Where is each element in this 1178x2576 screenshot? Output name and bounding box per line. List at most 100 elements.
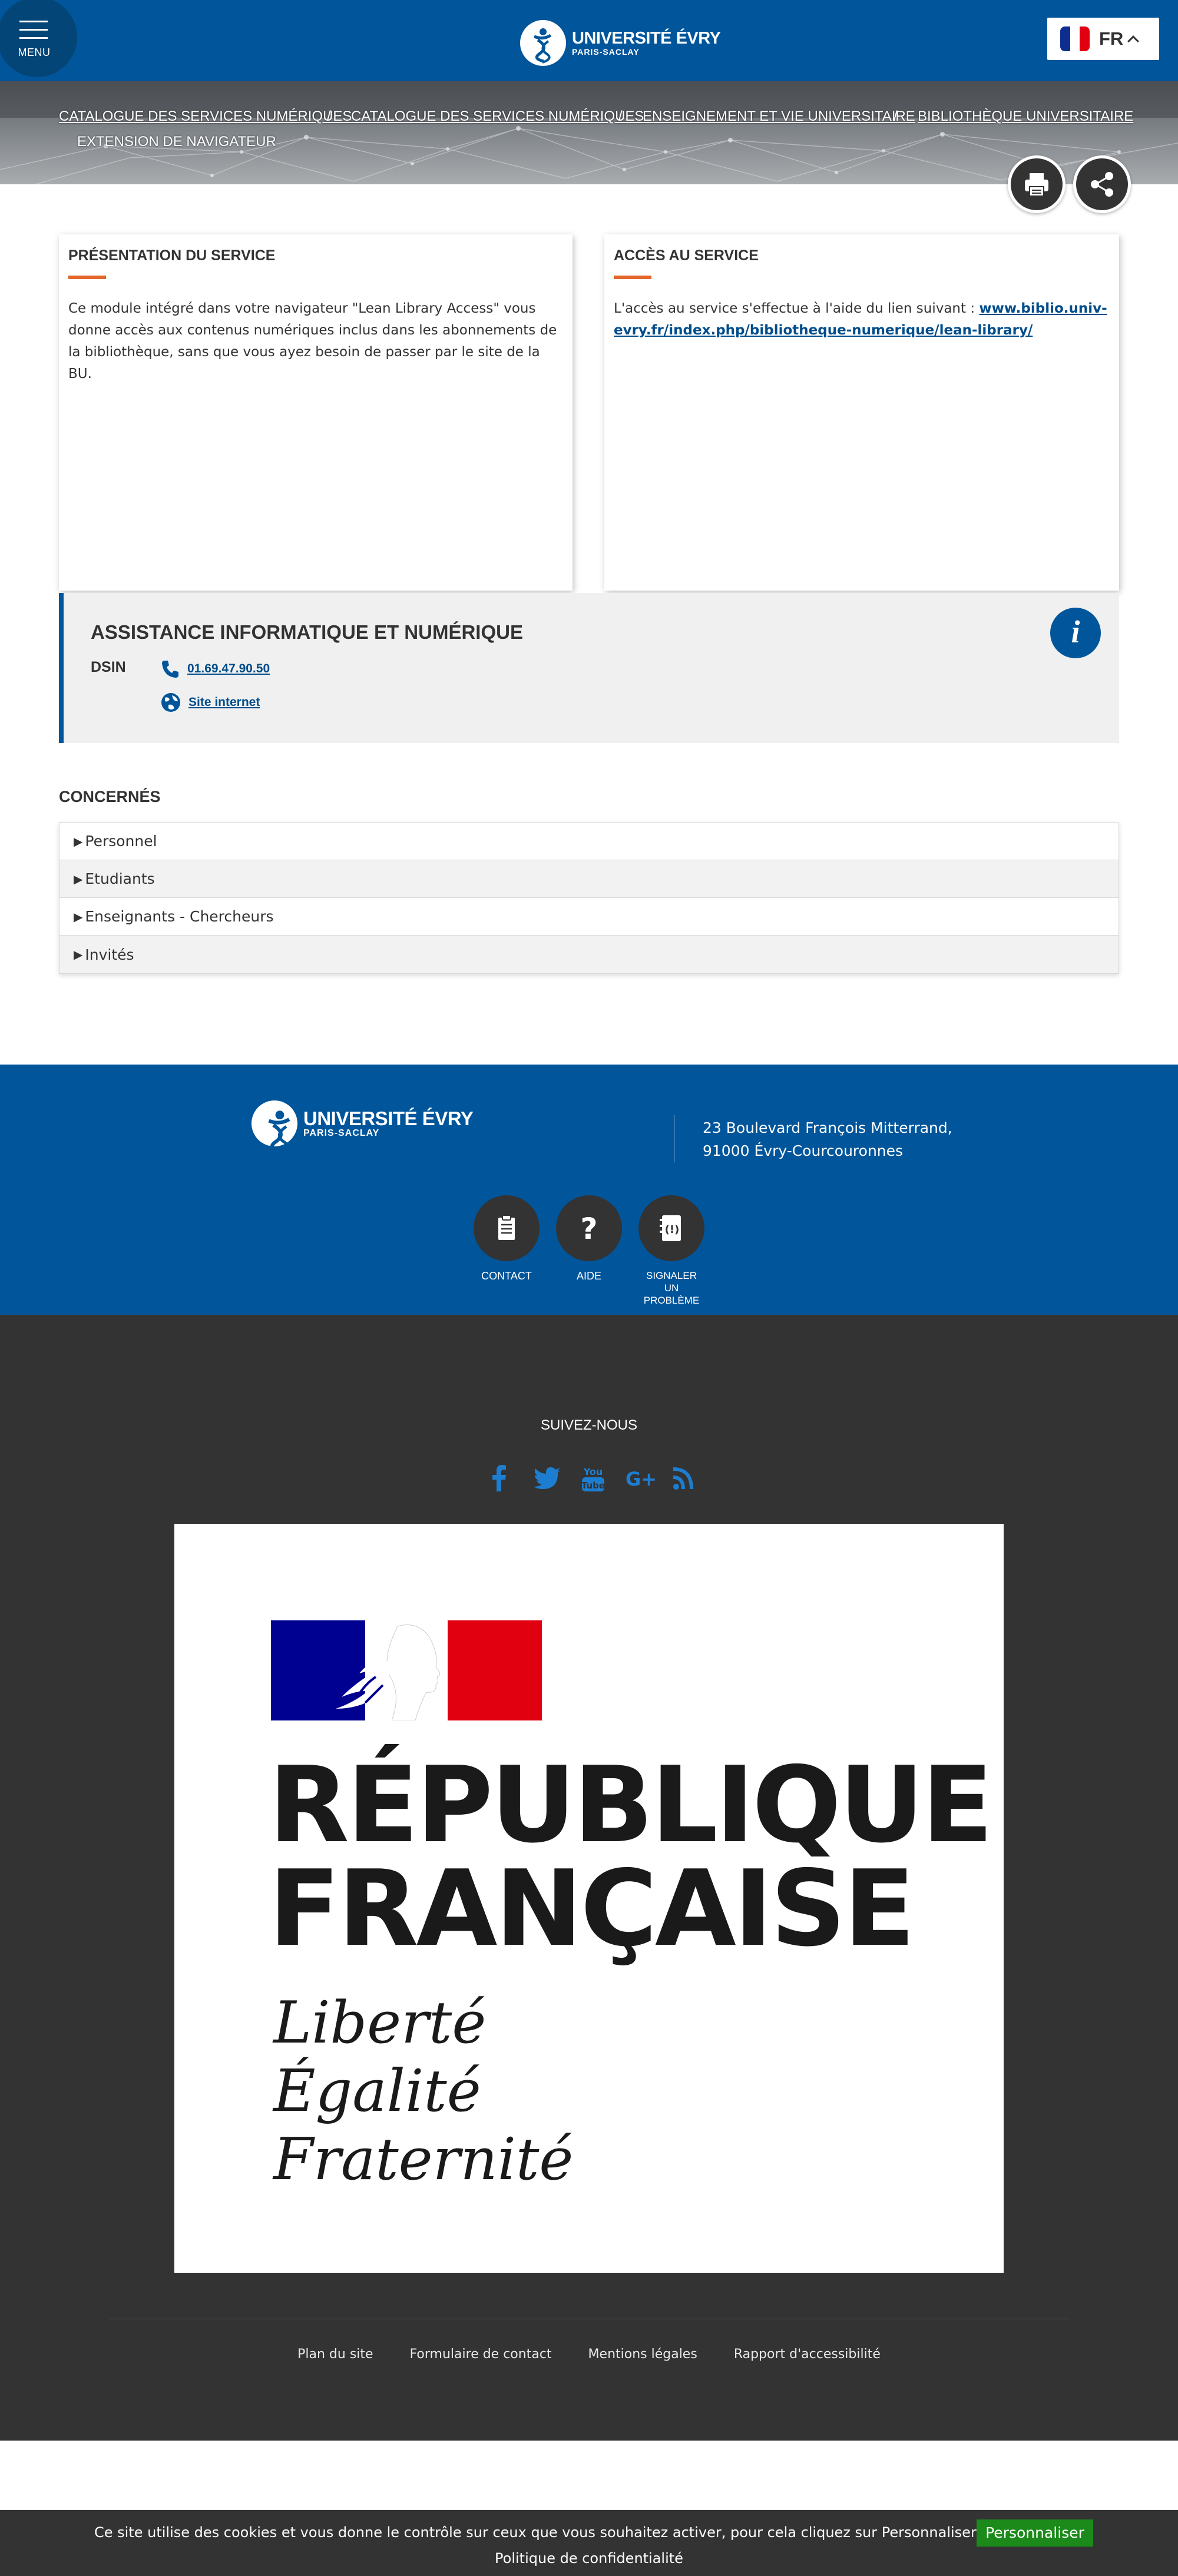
address-line-1: 23 Boulevard François Mitterrand, <box>703 1119 952 1136</box>
personalize-cookies-button[interactable]: Personnaliser <box>977 2519 1093 2547</box>
republique-wordmark: RÉPUBLIQUE FRANÇAISE <box>269 1753 993 1970</box>
facebook-link[interactable] <box>481 1461 527 1496</box>
accordion-item-label: Enseignants - Chercheurs <box>85 908 274 925</box>
facebook-icon <box>492 1465 506 1491</box>
accordion-item-label: Personnel <box>85 833 157 850</box>
twitter-icon <box>534 1467 560 1489</box>
follow-us-label: SUIVEZ-NOUS <box>540 1417 637 1433</box>
rss-icon <box>673 1467 693 1490</box>
motto-egalite: Égalité <box>273 2058 481 2125</box>
share-button[interactable] <box>1073 155 1131 213</box>
chevron-up-icon <box>1127 35 1140 47</box>
republique-francaise-logo: RÉPUBLIQUE FRANÇAISE Liberté Égalité Fra… <box>174 1524 1004 2273</box>
svg-text:You: You <box>583 1466 603 1477</box>
marianne-flag-icon <box>271 1620 542 1720</box>
privacy-policy-link[interactable]: Politique de confidentialité <box>0 2550 1178 2567</box>
contact-form-link[interactable]: Formulaire de contact <box>410 2347 552 2362</box>
globe-icon <box>161 693 180 712</box>
breadcrumb-item-4[interactable]: BIBLIOTHÈQUE UNIVERSITAIRE <box>918 108 1133 125</box>
breadcrumb-item-2[interactable]: CATALOGUE DES SERVICES NUMÉRIQUES <box>351 108 644 125</box>
phone-link[interactable]: 01.69.47.90.50 <box>187 662 270 676</box>
report-device-icon: (!) <box>660 1215 681 1241</box>
report-problem-button[interactable]: (!) SIGNALER UN PROBLÈME <box>638 1195 704 1307</box>
triangle-right-icon: ▶ <box>74 871 83 886</box>
triangle-right-icon: ▶ <box>74 834 83 848</box>
presentation-text: Ce module intégré dans votre navigateur … <box>68 301 557 382</box>
twitter-link[interactable] <box>527 1461 573 1496</box>
website-link[interactable]: Site internet <box>188 695 260 710</box>
triangle-right-icon: ▶ <box>74 947 83 962</box>
printer-icon <box>1025 173 1048 197</box>
breadcrumb-item-1[interactable]: CATALOGUE DES SERVICES NUMÉRIQUES <box>59 108 352 125</box>
postal-address: 23 Boulevard François Mitterrand, 91000 … <box>703 1116 952 1162</box>
help-label: AIDE <box>576 1270 601 1282</box>
university-logo[interactable]: UNIVERSITÉ ÉVRY PARIS-SACLAY <box>520 20 721 66</box>
language-code: FR <box>1099 28 1124 49</box>
help-button[interactable]: ? AIDE <box>556 1195 622 1282</box>
cookie-banner: Ce site utilise des cookies et vous donn… <box>0 2510 1178 2576</box>
phone-icon <box>162 661 178 678</box>
footer-social-section: SUIVEZ-NOUS You Tube G+ RÉPUBLIQUE FRANÇ… <box>0 1315 1178 2441</box>
footer-university-logo[interactable]: UNIVERSITÉ ÉVRY PARIS-SACLAY <box>252 1100 474 1154</box>
assistance-box: ASSISTANCE INFORMATIQUE ET NUMÉRIQUE DSI… <box>59 593 1119 743</box>
concernes-accordion: ▶ Personnel ▶ Etudiants ▶ Enseignants - Che… <box>59 822 1119 974</box>
clipboard-icon <box>498 1215 515 1240</box>
breadcrumb-item-3[interactable]: ENSEIGNEMENT ET VIE UNIVERSITAIRE <box>643 108 915 125</box>
breadcrumb-separator: / <box>327 108 331 124</box>
logo-subtitle: PARIS-SACLAY <box>572 47 640 57</box>
assistance-org: DSIN <box>91 659 126 675</box>
svg-text:(!): (!) <box>665 1224 680 1236</box>
accordion-item-personnel[interactable]: ▶ Personnel <box>59 823 1119 860</box>
share-icon <box>1091 172 1113 197</box>
concernes-title: CONCERNÉS <box>59 788 161 805</box>
cookie-message: Ce site utilise des cookies et vous donn… <box>94 2524 977 2541</box>
phone-row: 01.69.47.90.50 <box>160 659 270 679</box>
motto-fraternite: Fraternité <box>273 2126 574 2193</box>
contact-label: CONTACT <box>481 1270 532 1282</box>
accordion-item-etudiants[interactable]: ▶ Etudiants <box>59 860 1119 898</box>
presentation-title: PRÉSENTATION DU SERVICE <box>68 247 276 264</box>
address-line-2: 91000 Évry-Courcouronnes <box>703 1142 904 1159</box>
info-icon: i <box>1050 608 1101 658</box>
contact-button[interactable]: CONTACT <box>474 1195 540 1282</box>
google-plus-link[interactable]: G+ <box>618 1461 664 1496</box>
french-flag-icon <box>1060 26 1090 51</box>
access-text: L'accès au service s'effectue à l'aide d… <box>614 298 1120 342</box>
social-links: You Tube G+ <box>481 1461 710 1496</box>
footer-links: Plan du site Formulaire de contact Menti… <box>0 2347 1178 2362</box>
sitemap-link[interactable]: Plan du site <box>297 2347 373 2362</box>
footer-divider <box>674 1115 675 1162</box>
report-problem-label: SIGNALER UN PROBLÈME <box>643 1270 700 1306</box>
title-underline <box>614 276 651 279</box>
presentation-card: PRÉSENTATION DU SERVICE Ce module intégr… <box>59 234 573 591</box>
menu-label: MENU <box>18 47 51 58</box>
republique-motto: Liberté Égalité Fraternité <box>273 1989 573 2194</box>
assistance-title: ASSISTANCE INFORMATIQUE ET NUMÉRIQUE <box>91 621 523 643</box>
svg-text:?: ? <box>580 1212 597 1245</box>
accordion-item-invites[interactable]: ▶ Invités <box>59 936 1119 973</box>
youtube-icon: You Tube <box>581 1466 605 1491</box>
accordion-item-enseignants[interactable]: ▶ Enseignants - Chercheurs <box>59 898 1119 936</box>
rss-link[interactable] <box>664 1461 710 1496</box>
title-underline <box>68 276 106 279</box>
access-intro: L'accès au service s'effectue à l'aide d… <box>614 301 980 316</box>
university-emblem-icon <box>520 20 566 66</box>
youtube-link[interactable]: You Tube <box>573 1461 618 1496</box>
accordion-item-label: Etudiants <box>85 870 155 887</box>
menu-button[interactable]: MENU <box>0 0 77 77</box>
motto-liberte: Liberté <box>273 1990 487 2057</box>
triangle-right-icon: ▶ <box>74 909 83 924</box>
accessibility-report-link[interactable]: Rapport d'accessibilité <box>734 2347 881 2362</box>
language-selector[interactable]: FR <box>1047 18 1159 60</box>
breadcrumb-separator: / <box>618 108 623 124</box>
republique-line-2: FRANÇAISE <box>269 1848 915 1970</box>
google-plus-icon: G+ <box>626 1468 657 1490</box>
access-title: ACCÈS AU SERVICE <box>614 247 759 264</box>
footer-contact-section: UNIVERSITÉ ÉVRY PARIS-SACLAY 23 Boulevar… <box>0 1065 1178 1315</box>
question-mark-icon: ? <box>580 1212 597 1245</box>
print-button[interactable] <box>1008 155 1066 213</box>
breadcrumb-separator: / <box>894 108 898 124</box>
university-emblem-icon <box>252 1100 297 1154</box>
logo-title: UNIVERSITÉ ÉVRY <box>572 29 721 48</box>
legal-notice-link[interactable]: Mentions légales <box>588 2347 697 2362</box>
